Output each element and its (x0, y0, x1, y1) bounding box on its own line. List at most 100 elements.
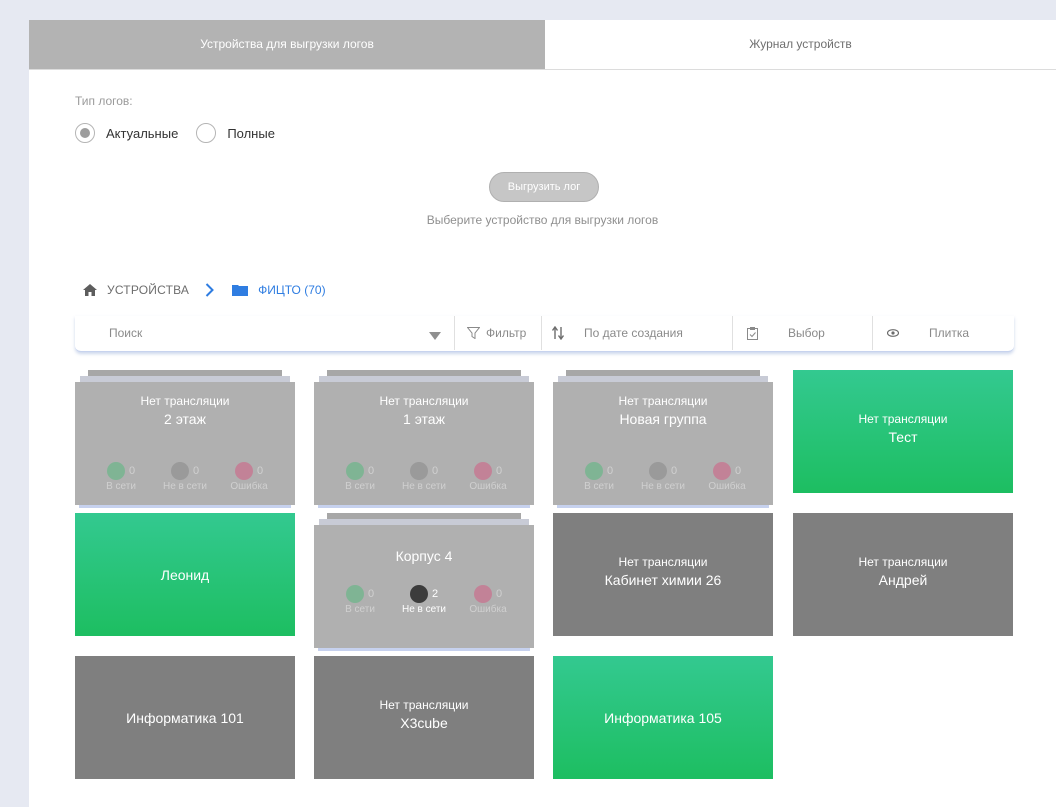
device-stats: 0 В сети 0 Не в сети 0 Ошибка (75, 462, 295, 492)
stat-offline: 0 Не в сети (394, 462, 454, 492)
stat-value: 2 (431, 588, 439, 600)
stat-label: В сети (584, 481, 614, 493)
tab-log-export-devices[interactable]: Устройства для выгрузки логов (29, 20, 545, 69)
device-name: Информатика 101 (126, 710, 244, 726)
tab-device-journal[interactable]: Журнал устройств (545, 20, 1056, 69)
sort-icon (552, 326, 564, 340)
filter-button[interactable]: Фильтр (455, 316, 541, 350)
device-name: Андрей (878, 572, 928, 588)
device-card-body[interactable]: Нет трансляции Кабинет химии 26 (553, 513, 773, 636)
broadcast-status: Нет трансляции (618, 555, 708, 569)
stat-label: Ошибка (469, 604, 507, 616)
stat-label: В сети (106, 481, 136, 493)
stat-error: 0 Ошибка (697, 462, 757, 492)
stat-offline: 0 Не в сети (155, 462, 215, 492)
device-card[interactable]: Леонид (75, 513, 295, 636)
device-name: X3cube (400, 715, 448, 731)
broadcast-status: Нет трансляции (858, 412, 948, 426)
group-card-body[interactable]: Нет трансляции 1 этаж 0 В сети 0 Не в сети… (314, 382, 534, 505)
device-card-body[interactable]: Нет трансляции Андрей (793, 513, 1013, 636)
error-dot-icon (473, 585, 492, 603)
stat-value: 0 (734, 465, 742, 477)
stat-label: В сети (345, 604, 375, 616)
radio-full-label[interactable]: Полные (227, 126, 275, 141)
device-card[interactable]: Информатика 101 (75, 656, 295, 779)
error-dot-icon (712, 462, 731, 480)
broadcast-status: Нет трансляции (618, 394, 708, 408)
error-dot-icon (473, 462, 492, 480)
view-mode-label: Плитка (929, 326, 970, 340)
stat-value: 0 (495, 465, 503, 477)
tab-bar: Устройства для выгрузки логов Журнал уст… (29, 20, 1056, 70)
select-button[interactable]: Выбор (733, 316, 872, 350)
group-card-body[interactable]: Нет трансляции 2 этаж 0 В сети 0 Не в сети… (75, 382, 295, 505)
clipboard-check-icon (747, 326, 758, 340)
online-dot-icon (345, 462, 364, 480)
device-card-body[interactable]: Информатика 105 (553, 656, 773, 779)
stat-offline: 0 Не в сети (633, 462, 693, 492)
offline-dot-icon (648, 462, 667, 480)
device-name: Тест (888, 429, 918, 445)
stat-online: 0 В сети (330, 585, 390, 615)
device-name: Леонид (160, 567, 210, 583)
sort-button[interactable]: По дате создания (542, 316, 732, 350)
eye-icon (887, 329, 899, 337)
home-icon[interactable] (83, 284, 97, 296)
group-card[interactable]: Нет трансляции 2 этаж 0 В сети 0 Не в сети… (75, 370, 295, 508)
stat-value: 0 (192, 465, 200, 477)
group-name: Новая группа (619, 411, 707, 427)
broadcast-status: Нет трансляции (379, 698, 469, 712)
device-card[interactable]: Информатика 105 (553, 656, 773, 779)
group-card[interactable]: Нет трансляции 1 этаж 0 В сети 0 Не в сети… (314, 370, 534, 508)
device-name: Кабинет химии 26 (604, 572, 722, 588)
search-input[interactable]: Поиск (75, 316, 453, 350)
stat-value: 0 (256, 465, 264, 477)
group-card-body[interactable]: Корпус 4 0 В сети 2 Не в сети 0 Ошибка (314, 525, 534, 648)
device-card[interactable]: Нет трансляции Кабинет химии 26 (553, 513, 773, 636)
group-card-body[interactable]: Нет трансляции Новая группа 0 В сети 0 Не … (553, 382, 773, 505)
log-type-radio-group: Актуальные Полные (75, 121, 293, 145)
filter-icon (467, 327, 480, 339)
stat-label: Ошибка (230, 481, 268, 493)
device-card-body[interactable]: Нет трансляции Тест (793, 370, 1013, 493)
stat-offline: 2 Не в сети (394, 585, 454, 615)
group-name: 2 этаж (164, 411, 206, 427)
stat-label: Ошибка (469, 481, 507, 493)
group-card[interactable]: Корпус 4 0 В сети 2 Не в сети 0 Ошибка (314, 513, 534, 651)
card-shadow (557, 505, 769, 508)
device-stats: 0 В сети 2 Не в сети 0 Ошибка (314, 585, 534, 615)
device-card-body[interactable]: Нет трансляции X3cube (314, 656, 534, 779)
stat-error: 0 Ошибка (458, 585, 518, 615)
breadcrumb-root[interactable]: УСТРОЙСТВА (107, 283, 189, 297)
select-label: Выбор (788, 326, 825, 340)
stat-value: 0 (670, 465, 678, 477)
stat-value: 0 (606, 465, 614, 477)
group-name: Корпус 4 (395, 548, 453, 564)
radio-actual[interactable] (75, 123, 95, 143)
offline-dot-icon (409, 462, 428, 480)
sort-label: По дате создания (584, 326, 683, 340)
breadcrumb-current[interactable]: ФИЦТО (70) (258, 283, 325, 297)
radio-full[interactable] (196, 123, 217, 143)
offline-dot-icon (170, 462, 189, 480)
broadcast-status: Нет трансляции (858, 555, 948, 569)
device-card-body[interactable]: Леонид (75, 513, 295, 636)
online-dot-icon (584, 462, 603, 480)
broadcast-status: Нет трансляции (379, 394, 469, 408)
device-card[interactable]: Нет трансляции Андрей (793, 513, 1013, 636)
stat-label: Не в сети (401, 604, 447, 616)
device-card-body[interactable]: Информатика 101 (75, 656, 295, 779)
stat-label: В сети (345, 481, 375, 493)
stat-online: 0 В сети (330, 462, 390, 492)
device-card[interactable]: Нет трансляции Тест (793, 370, 1013, 493)
offline-dot-icon (409, 585, 428, 603)
stat-online: 0 В сети (569, 462, 629, 492)
device-card[interactable]: Нет трансляции X3cube (314, 656, 534, 779)
online-dot-icon (106, 462, 125, 480)
group-card[interactable]: Нет трансляции Новая группа 0 В сети 0 Не … (553, 370, 773, 508)
view-mode-button[interactable]: Плитка (873, 316, 1014, 350)
radio-actual-label[interactable]: Актуальные (106, 126, 178, 141)
export-log-button[interactable]: Выгрузить лог (489, 172, 599, 202)
log-type-label: Тип логов: (75, 94, 133, 108)
caret-down-icon[interactable] (429, 329, 441, 343)
